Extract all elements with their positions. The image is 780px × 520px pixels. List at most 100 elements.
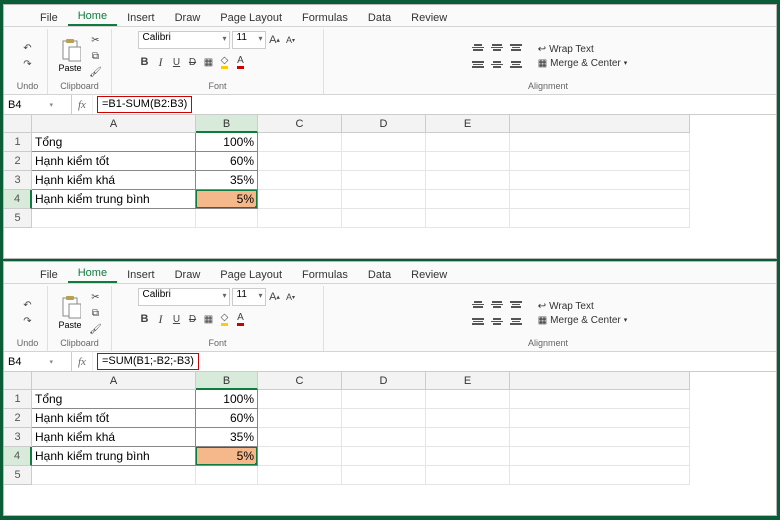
tab-review[interactable]: Review bbox=[401, 266, 457, 283]
col-header-B[interactable]: B bbox=[196, 372, 258, 390]
underline-button[interactable]: U bbox=[170, 55, 184, 69]
font-color-icon[interactable]: A bbox=[234, 55, 248, 69]
strike-button[interactable]: D bbox=[186, 312, 200, 326]
italic-button[interactable]: I bbox=[154, 55, 168, 69]
row-header-4[interactable]: 4 bbox=[4, 190, 32, 209]
wrap-text-button[interactable]: ↩Wrap Text bbox=[538, 44, 628, 55]
cut-icon[interactable]: ✂ bbox=[89, 33, 103, 47]
cell-A2[interactable]: Hạnh kiểm tốt bbox=[32, 152, 196, 171]
strike-button[interactable]: D bbox=[186, 55, 200, 69]
tab-home[interactable]: Home bbox=[68, 7, 117, 26]
col-header-E[interactable]: E bbox=[426, 115, 510, 133]
cell-B2[interactable]: 60% bbox=[196, 152, 258, 171]
tab-formulas[interactable]: Formulas bbox=[292, 266, 358, 283]
italic-button[interactable]: I bbox=[154, 312, 168, 326]
cell-A4[interactable]: Hạnh kiểm trung bình bbox=[32, 447, 196, 466]
tab-file[interactable]: File bbox=[30, 9, 68, 26]
tab-data[interactable]: Data bbox=[358, 9, 401, 26]
spreadsheet-grid[interactable]: A B C D E 1 Tổng 100% 2 Hạnh kiểm tốt 60… bbox=[4, 372, 776, 515]
formula-input[interactable]: =SUM(B1;-B2;-B3) bbox=[93, 352, 776, 371]
copy-icon[interactable]: ⧉ bbox=[89, 49, 103, 63]
font-name-select[interactable]: Calibri bbox=[138, 31, 230, 49]
tab-home[interactable]: Home bbox=[68, 264, 117, 283]
tab-draw[interactable]: Draw bbox=[165, 9, 211, 26]
tab-page-layout[interactable]: Page Layout bbox=[210, 9, 292, 26]
col-header-E[interactable]: E bbox=[426, 372, 510, 390]
name-box[interactable]: B4 bbox=[4, 352, 72, 371]
font-size-select[interactable]: 11 bbox=[232, 288, 266, 306]
increase-font-icon[interactable]: A▴ bbox=[268, 33, 282, 47]
col-header-rest[interactable] bbox=[510, 115, 690, 133]
tab-page-layout[interactable]: Page Layout bbox=[210, 266, 292, 283]
col-header-C[interactable]: C bbox=[258, 372, 342, 390]
tab-draw[interactable]: Draw bbox=[165, 266, 211, 283]
cell-A3[interactable]: Hạnh kiểm khá bbox=[32, 428, 196, 447]
cell-B3[interactable]: 35% bbox=[196, 428, 258, 447]
paste-button[interactable]: Paste bbox=[56, 37, 83, 75]
select-all-corner[interactable] bbox=[4, 372, 32, 390]
fx-icon[interactable]: fx bbox=[72, 95, 93, 114]
cell-A1[interactable]: Tổng bbox=[32, 390, 196, 409]
alignment-grid[interactable] bbox=[469, 297, 525, 330]
font-size-select[interactable]: 11 bbox=[232, 31, 266, 49]
copy-icon[interactable]: ⧉ bbox=[89, 306, 103, 320]
fill-color-icon[interactable]: ◇ bbox=[218, 312, 232, 326]
wrap-text-button[interactable]: ↩Wrap Text bbox=[538, 301, 628, 312]
fill-color-icon[interactable]: ◇ bbox=[218, 55, 232, 69]
decrease-font-icon[interactable]: A▾ bbox=[284, 290, 298, 304]
increase-font-icon[interactable]: A▴ bbox=[268, 290, 282, 304]
fx-icon[interactable]: fx bbox=[72, 352, 93, 371]
tab-data[interactable]: Data bbox=[358, 266, 401, 283]
cell-A2[interactable]: Hạnh kiểm tốt bbox=[32, 409, 196, 428]
undo-icon[interactable]: ↶ bbox=[21, 41, 35, 55]
undo-icon[interactable]: ↶ bbox=[21, 298, 35, 312]
col-header-A[interactable]: A bbox=[32, 115, 196, 133]
cell-A3[interactable]: Hạnh kiểm khá bbox=[32, 171, 196, 190]
font-color-icon[interactable]: A bbox=[234, 312, 248, 326]
row-header-2[interactable]: 2 bbox=[4, 152, 32, 171]
tab-insert[interactable]: Insert bbox=[117, 9, 165, 26]
row-header-1[interactable]: 1 bbox=[4, 133, 32, 152]
col-header-D[interactable]: D bbox=[342, 115, 426, 133]
col-header-B[interactable]: B bbox=[196, 115, 258, 133]
cell-A1[interactable]: Tổng bbox=[32, 133, 196, 152]
merge-center-button[interactable]: ▦Merge & Center ▾ bbox=[538, 315, 628, 326]
cell-B3[interactable]: 35% bbox=[196, 171, 258, 190]
decrease-font-icon[interactable]: A▾ bbox=[284, 33, 298, 47]
tab-file[interactable]: File bbox=[30, 266, 68, 283]
cell-B2[interactable]: 60% bbox=[196, 409, 258, 428]
underline-button[interactable]: U bbox=[170, 312, 184, 326]
borders-icon[interactable]: ▦ bbox=[202, 312, 216, 326]
format-painter-icon[interactable]: 🖌 bbox=[89, 65, 103, 79]
spreadsheet-grid[interactable]: A B C D E 1 Tổng 100% 2 Hạnh kiểm tốt 60… bbox=[4, 115, 776, 258]
formula-bar: B4 fx =B1-SUM(B2:B3) bbox=[4, 95, 776, 115]
font-name-select[interactable]: Calibri bbox=[138, 288, 230, 306]
tab-formulas[interactable]: Formulas bbox=[292, 9, 358, 26]
formula-text: =B1-SUM(B2:B3) bbox=[97, 96, 192, 113]
tab-insert[interactable]: Insert bbox=[117, 266, 165, 283]
cell-B1[interactable]: 100% bbox=[196, 390, 258, 409]
cell-B1[interactable]: 100% bbox=[196, 133, 258, 152]
select-all-corner[interactable] bbox=[4, 115, 32, 133]
bold-button[interactable]: B bbox=[138, 312, 152, 326]
cut-icon[interactable]: ✂ bbox=[89, 290, 103, 304]
row-header-5[interactable]: 5 bbox=[4, 209, 32, 228]
bold-button[interactable]: B bbox=[138, 55, 152, 69]
cell-B4[interactable]: 5% bbox=[196, 447, 258, 466]
name-box[interactable]: B4 bbox=[4, 95, 72, 114]
col-header-C[interactable]: C bbox=[258, 115, 342, 133]
cell-B4[interactable]: 5% bbox=[196, 190, 258, 209]
cell-A4[interactable]: Hạnh kiểm trung bình bbox=[32, 190, 196, 209]
paste-button[interactable]: Paste bbox=[56, 294, 83, 332]
format-painter-icon[interactable]: 🖌 bbox=[89, 322, 103, 336]
col-header-A[interactable]: A bbox=[32, 372, 196, 390]
formula-input[interactable]: =B1-SUM(B2:B3) bbox=[93, 95, 776, 114]
alignment-grid[interactable] bbox=[469, 40, 525, 73]
merge-center-button[interactable]: ▦Merge & Center ▾ bbox=[538, 58, 628, 69]
redo-icon[interactable]: ↷ bbox=[21, 314, 35, 328]
tab-review[interactable]: Review bbox=[401, 9, 457, 26]
col-header-D[interactable]: D bbox=[342, 372, 426, 390]
borders-icon[interactable]: ▦ bbox=[202, 55, 216, 69]
redo-icon[interactable]: ↷ bbox=[21, 57, 35, 71]
row-header-3[interactable]: 3 bbox=[4, 171, 32, 190]
